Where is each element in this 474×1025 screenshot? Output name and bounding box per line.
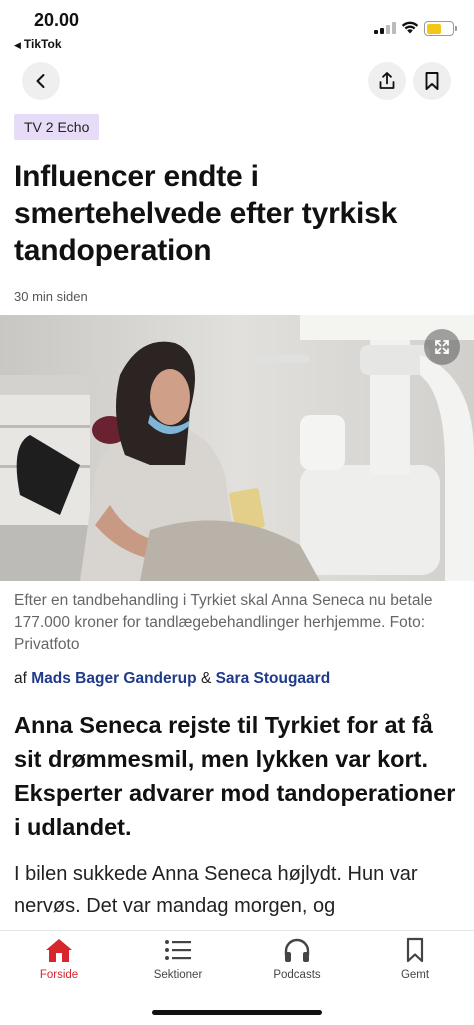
nav-label: Sektioner bbox=[153, 969, 203, 981]
share-button[interactable] bbox=[368, 62, 406, 100]
bookmark-button[interactable] bbox=[413, 62, 451, 100]
nav-item-sektioner[interactable]: Sektioner bbox=[133, 937, 223, 981]
author-link[interactable]: Sara Stougaard bbox=[216, 670, 331, 687]
battery-icon bbox=[424, 21, 457, 36]
headphones-icon bbox=[284, 938, 310, 962]
category-badge[interactable]: TV 2 Echo bbox=[14, 114, 100, 140]
status-time: 20.00 bbox=[34, 10, 80, 30]
article-timestamp: 30 min siden bbox=[14, 289, 88, 304]
cellular-signal-icon bbox=[374, 22, 396, 34]
chevron-left-icon bbox=[36, 74, 45, 88]
article-headline: Influencer endte i smertehelvede efter t… bbox=[14, 160, 398, 267]
nav-label: Gemt bbox=[400, 969, 430, 981]
list-icon bbox=[165, 940, 191, 960]
back-to-app-link[interactable]: ◀ TikTok bbox=[14, 37, 62, 51]
byline-prefix: af bbox=[14, 670, 27, 687]
article-body: I bilen sukkede Anna Seneca højlydt. Hun… bbox=[14, 863, 418, 917]
article-photo[interactable] bbox=[0, 315, 474, 581]
article-lead: Anna Seneca rejste til Tyrkiet for at få… bbox=[14, 712, 456, 840]
byline-separator: & bbox=[200, 670, 212, 687]
nav-item-gemt[interactable]: Gemt bbox=[370, 937, 460, 981]
nav-item-podcasts[interactable]: Podcasts bbox=[252, 937, 342, 981]
nav-item-forside[interactable]: Forside bbox=[14, 937, 104, 981]
expand-image-button[interactable] bbox=[424, 329, 460, 365]
expand-icon bbox=[435, 340, 449, 354]
status-bar: 20.00 ◀ TikTok bbox=[0, 0, 474, 56]
wifi-icon bbox=[401, 21, 419, 34]
back-app-label: TikTok bbox=[23, 37, 62, 51]
author-link[interactable]: Mads Bager Ganderup bbox=[31, 670, 196, 687]
nav-label: Forside bbox=[39, 969, 79, 981]
byline: af Mads Bager Ganderup & Sara Stougaard bbox=[14, 670, 330, 688]
bookmark-icon bbox=[406, 937, 424, 963]
home-icon bbox=[46, 939, 72, 962]
nav-label: Podcasts bbox=[273, 969, 321, 981]
home-indicator bbox=[152, 1010, 322, 1015]
article-photo-illustration bbox=[0, 315, 474, 581]
bookmark-icon bbox=[425, 72, 439, 90]
back-triangle-icon: ◀ bbox=[14, 40, 21, 50]
photo-caption: Efter en tandbehandling i Tyrkiet skal A… bbox=[14, 592, 433, 653]
share-icon bbox=[379, 72, 395, 89]
back-button[interactable] bbox=[22, 62, 60, 100]
